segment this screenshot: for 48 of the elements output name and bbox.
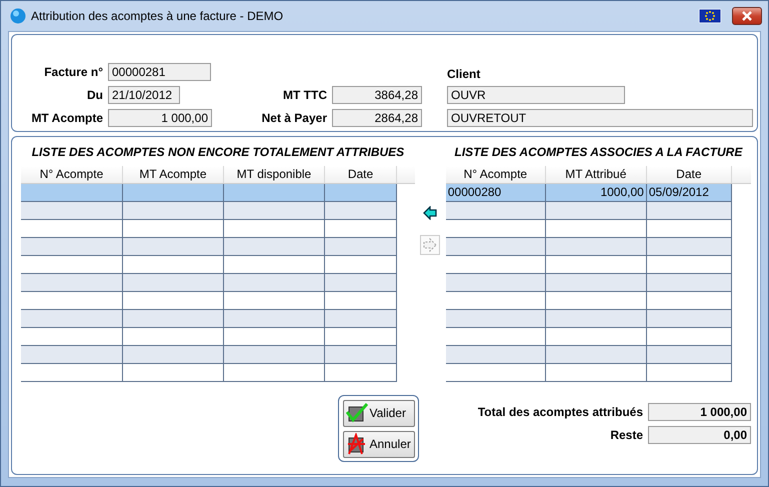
client-name-field[interactable]: OUVRETOUT bbox=[447, 109, 753, 127]
field-label: MT Acompte bbox=[30, 111, 103, 125]
column-header[interactable]: Date bbox=[325, 166, 397, 183]
table-cell bbox=[325, 202, 397, 220]
column-header[interactable]: MT disponible bbox=[224, 166, 325, 183]
table-cell bbox=[325, 346, 397, 364]
table-cell bbox=[325, 256, 397, 274]
table-cell bbox=[325, 328, 397, 346]
check-icon bbox=[346, 402, 368, 424]
field-label: Net à Payer bbox=[260, 111, 327, 125]
column-header[interactable]: N° Acompte bbox=[446, 166, 546, 183]
globe-icon bbox=[10, 8, 26, 24]
field-label: Du bbox=[86, 88, 103, 102]
field-label: Facture n° bbox=[43, 65, 103, 79]
column-header[interactable]: N° Acompte bbox=[21, 166, 123, 183]
total-field: 1 000,00 bbox=[648, 403, 751, 421]
table-cell: 00000280 bbox=[446, 184, 546, 202]
cancel-button[interactable]: Annuler bbox=[342, 430, 414, 458]
column-header[interactable]: Date bbox=[646, 166, 732, 183]
table-cell bbox=[325, 274, 397, 292]
window-title: Attribution des acomptes à une facture - DEMO bbox=[31, 9, 284, 23]
table-cell bbox=[325, 292, 397, 310]
close-button[interactable] bbox=[732, 7, 762, 25]
field-label: MT TTC bbox=[282, 88, 327, 102]
date-field[interactable]: 21/10/2012 bbox=[108, 86, 180, 104]
column-header[interactable]: MT Attribué bbox=[546, 166, 647, 183]
table-cell bbox=[325, 220, 397, 238]
total-label: Total des acomptes attribués bbox=[478, 405, 643, 419]
invoice-field[interactable]: 00000281 bbox=[108, 63, 211, 81]
table-cell bbox=[325, 184, 397, 202]
validate-button[interactable]: Valider bbox=[342, 400, 414, 426]
amount-field[interactable]: 3864,28 bbox=[332, 86, 422, 104]
list-title: LISTE DES ACOMPTES ASSOCIES A LA FACTURE bbox=[454, 145, 742, 159]
table-cell bbox=[325, 310, 397, 328]
column-header[interactable]: MT Acompte bbox=[123, 166, 224, 183]
field-label: Client bbox=[447, 67, 482, 81]
client-code-field[interactable]: OUVR bbox=[447, 86, 625, 104]
table-cell: 1000,00 bbox=[546, 184, 647, 202]
amount-field[interactable]: 2864,28 bbox=[332, 109, 422, 127]
cancel-icon bbox=[346, 433, 368, 455]
close-icon bbox=[741, 11, 753, 21]
table-cell: 05/09/2012 bbox=[646, 184, 732, 202]
flag-icon[interactable] bbox=[699, 9, 721, 23]
total-field: 0,00 bbox=[648, 426, 751, 444]
total-label: Reste bbox=[610, 428, 643, 442]
list-title: LISTE DES ACOMPTES NON ENCORE TOTALEMENT ATTRIBUES bbox=[32, 145, 404, 159]
table-cell bbox=[325, 238, 397, 256]
amount-field[interactable]: 1 000,00 bbox=[108, 109, 212, 127]
